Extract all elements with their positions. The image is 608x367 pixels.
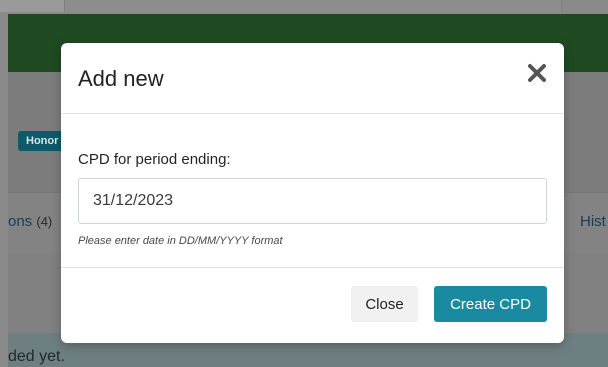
top-strip-left	[0, 0, 64, 12]
add-new-modal: Add new CPD for period ending: Please en…	[61, 43, 564, 343]
tab-left[interactable]: ons (4)	[8, 213, 52, 230]
date-format-help: Please enter date in DD/MM/YYYY format	[78, 235, 283, 247]
modal-body: CPD for period ending: Please enter date…	[61, 114, 564, 268]
modal-title: Add new	[78, 66, 164, 91]
tab-history[interactable]: Hist	[580, 213, 606, 230]
close-icon[interactable]	[524, 60, 550, 86]
empty-state-message: ded yet.	[8, 348, 65, 365]
create-cpd-button[interactable]: Create CPD	[434, 286, 547, 322]
period-ending-date-input[interactable]	[78, 178, 547, 224]
tab-left-label: ons	[8, 213, 33, 230]
status-badge: Honor	[18, 131, 67, 151]
close-button[interactable]: Close	[351, 286, 418, 322]
period-ending-label: CPD for period ending:	[78, 151, 231, 168]
tab-left-count: (4)	[36, 214, 53, 229]
top-strip	[64, 0, 562, 12]
modal-header: Add new	[61, 43, 564, 114]
